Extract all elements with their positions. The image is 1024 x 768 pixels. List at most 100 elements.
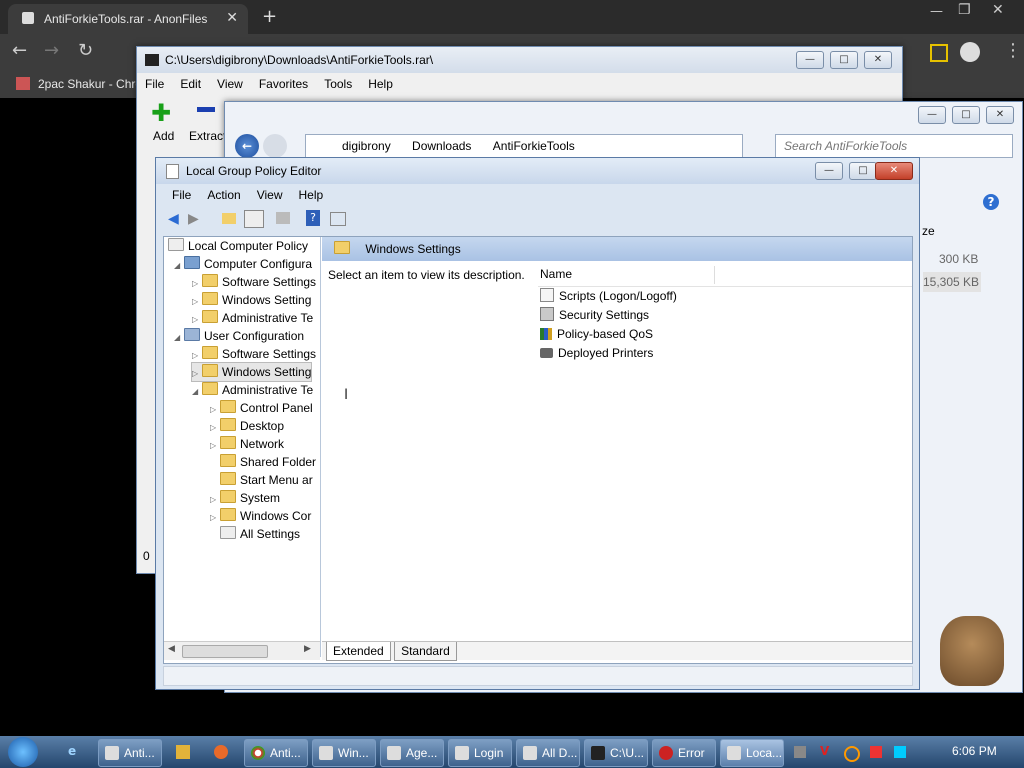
- tab-extended[interactable]: Extended: [326, 642, 391, 661]
- tray-v-icon[interactable]: V: [820, 744, 829, 758]
- start-button-icon[interactable]: [8, 737, 38, 767]
- tree-node-network[interactable]: ▷ Network: [210, 435, 284, 453]
- app-quicklaunch-icon[interactable]: [214, 745, 228, 759]
- column-header-name[interactable]: Name: [540, 267, 572, 281]
- tree-node-administrative-templates[interactable]: ▷ Administrative Te: [192, 309, 313, 327]
- properties-icon[interactable]: [330, 212, 346, 226]
- taskbar-item-all-d[interactable]: All D...: [516, 739, 580, 767]
- system-tray-icons[interactable]: V: [794, 744, 906, 762]
- list-item-policy-based-qos[interactable]: Policy-based QoS: [540, 325, 653, 344]
- tray-icon[interactable]: [794, 746, 806, 758]
- search-box[interactable]: [775, 134, 1013, 158]
- back-icon[interactable]: ◀: [168, 211, 179, 227]
- extension-icon[interactable]: [930, 44, 948, 62]
- tree-node-shared-folders[interactable]: Shared Folder: [220, 453, 316, 471]
- taskbar-item-7zip[interactable]: C:\U...: [584, 739, 648, 767]
- menu-view[interactable]: View: [209, 73, 251, 95]
- column-divider[interactable]: [714, 266, 715, 284]
- close-button[interactable]: ✕: [986, 106, 1014, 124]
- forward-arrow-icon[interactable]: [263, 134, 287, 158]
- menu-view[interactable]: View: [249, 184, 291, 206]
- address-bar[interactable]: digibrony Downloads AntiForkieTools: [305, 134, 743, 158]
- close-button[interactable]: ✕: [875, 162, 913, 180]
- help-icon[interactable]: ?: [983, 194, 999, 210]
- help-icon[interactable]: ?: [306, 210, 320, 226]
- reload-icon[interactable]: ↻: [78, 40, 93, 61]
- tree-node-windows-settings[interactable]: ▷ Windows Setting: [192, 291, 311, 309]
- tree-node-control-panel[interactable]: ▷ Control Panel: [210, 399, 313, 417]
- maximize-icon[interactable]: ❐: [958, 2, 971, 18]
- export-list-icon[interactable]: [276, 212, 290, 224]
- collapsed-arrow-icon[interactable]: ▷: [210, 509, 220, 527]
- tree-horizontal-scrollbar[interactable]: ◀ ▶: [164, 641, 320, 660]
- tray-flag-icon[interactable]: [870, 746, 882, 758]
- breadcrumb-antiforkietools[interactable]: AntiForkieTools: [493, 139, 575, 153]
- minimize-button[interactable]: —: [815, 162, 843, 180]
- collapsed-arrow-icon[interactable]: ▷: [210, 437, 220, 455]
- menu-tools[interactable]: Tools: [316, 73, 360, 95]
- expanded-arrow-icon[interactable]: ◢: [192, 383, 202, 401]
- search-input[interactable]: [782, 138, 986, 154]
- chrome-tab[interactable]: AntiForkieTools.rar - AnonFiles ✕: [8, 4, 248, 34]
- up-folder-icon[interactable]: [222, 213, 236, 224]
- taskbar-item-anti-2[interactable]: Anti...: [244, 739, 308, 767]
- scroll-left-icon[interactable]: ◀: [168, 644, 175, 654]
- list-item-scripts[interactable]: Scripts (Logon/Logoff): [540, 287, 677, 306]
- column-header-size[interactable]: ze: [922, 224, 935, 238]
- taskbar-item-local-gpo[interactable]: Loca...: [720, 739, 784, 767]
- taskbar-item-login[interactable]: Login: [448, 739, 512, 767]
- tree-node-windows-components[interactable]: ▷ Windows Cor: [210, 507, 311, 525]
- menu-edit[interactable]: Edit: [172, 73, 209, 95]
- minimize-button[interactable]: —: [796, 51, 824, 69]
- forward-icon[interactable]: ▶: [188, 211, 199, 227]
- maximize-button[interactable]: □: [952, 106, 980, 124]
- back-arrow-icon[interactable]: ←: [235, 134, 259, 158]
- tree-node-administrative-templates[interactable]: ◢ Administrative Te: [192, 381, 313, 399]
- expanded-arrow-icon[interactable]: ◢: [174, 329, 184, 347]
- profile-avatar-icon[interactable]: [960, 42, 980, 62]
- tree-node-computer-configuration[interactable]: ◢ Computer Configura: [174, 255, 312, 273]
- taskbar-item-anti-1[interactable]: Anti...: [98, 739, 162, 767]
- menu-help[interactable]: Help: [360, 73, 401, 95]
- bookmark-item[interactable]: 2pac Shakur - Chro: [38, 77, 142, 91]
- tree-node-desktop[interactable]: ▷ Desktop: [210, 417, 284, 435]
- taskbar-item-win[interactable]: Win...: [312, 739, 376, 767]
- tree-node-windows-settings-selected[interactable]: ▷ Windows Setting: [190, 362, 313, 382]
- ie-icon[interactable]: e: [68, 744, 76, 758]
- add-icon[interactable]: ✚: [151, 99, 171, 127]
- menu-file[interactable]: File: [164, 184, 199, 206]
- forward-icon[interactable]: →: [44, 40, 59, 61]
- close-window-icon[interactable]: ✕: [992, 2, 1004, 18]
- back-icon[interactable]: ←: [12, 40, 27, 61]
- show-hide-tree-icon[interactable]: [244, 210, 264, 228]
- tree-node-local-computer-policy[interactable]: Local Computer Policy: [168, 237, 308, 255]
- tree-node-start-menu[interactable]: Start Menu ar: [220, 471, 313, 489]
- tree-node-software-settings[interactable]: ▷ Software Settings: [192, 273, 316, 291]
- minimize-button[interactable]: —: [918, 106, 946, 124]
- taskbar-item-age[interactable]: Age...: [380, 739, 444, 767]
- tab-standard[interactable]: Standard: [394, 642, 457, 661]
- menu-file[interactable]: File: [137, 73, 172, 95]
- extract-icon[interactable]: [197, 107, 215, 112]
- menu-favorites[interactable]: Favorites: [251, 73, 316, 95]
- close-tab-icon[interactable]: ✕: [226, 10, 238, 26]
- taskbar-clock[interactable]: 6:06 PM: [952, 744, 997, 758]
- tree-node-system[interactable]: ▷ System: [210, 489, 280, 507]
- minimize-icon[interactable]: —: [930, 4, 943, 19]
- new-tab-icon[interactable]: +: [262, 6, 277, 27]
- maximize-button[interactable]: □: [830, 51, 858, 69]
- extract-button-label[interactable]: Extract: [189, 129, 226, 143]
- media-player-icon[interactable]: [176, 745, 190, 759]
- breadcrumb-digibrony[interactable]: digibrony: [342, 139, 391, 153]
- tree-node-user-configuration[interactable]: ◢ User Configuration: [174, 327, 304, 345]
- list-item-security-settings[interactable]: Security Settings: [540, 306, 649, 325]
- tree-node-software-settings[interactable]: ▷ Software Settings: [192, 345, 316, 363]
- add-button-label[interactable]: Add: [153, 129, 174, 143]
- expanded-arrow-icon[interactable]: ◢: [174, 257, 184, 275]
- menu-help[interactable]: Help: [291, 184, 332, 206]
- scroll-right-icon[interactable]: ▶: [304, 644, 311, 654]
- tray-search-icon[interactable]: [844, 746, 860, 762]
- scroll-thumb[interactable]: [182, 645, 268, 658]
- tree-node-all-settings[interactable]: All Settings: [220, 525, 300, 543]
- close-button[interactable]: ✕: [864, 51, 892, 69]
